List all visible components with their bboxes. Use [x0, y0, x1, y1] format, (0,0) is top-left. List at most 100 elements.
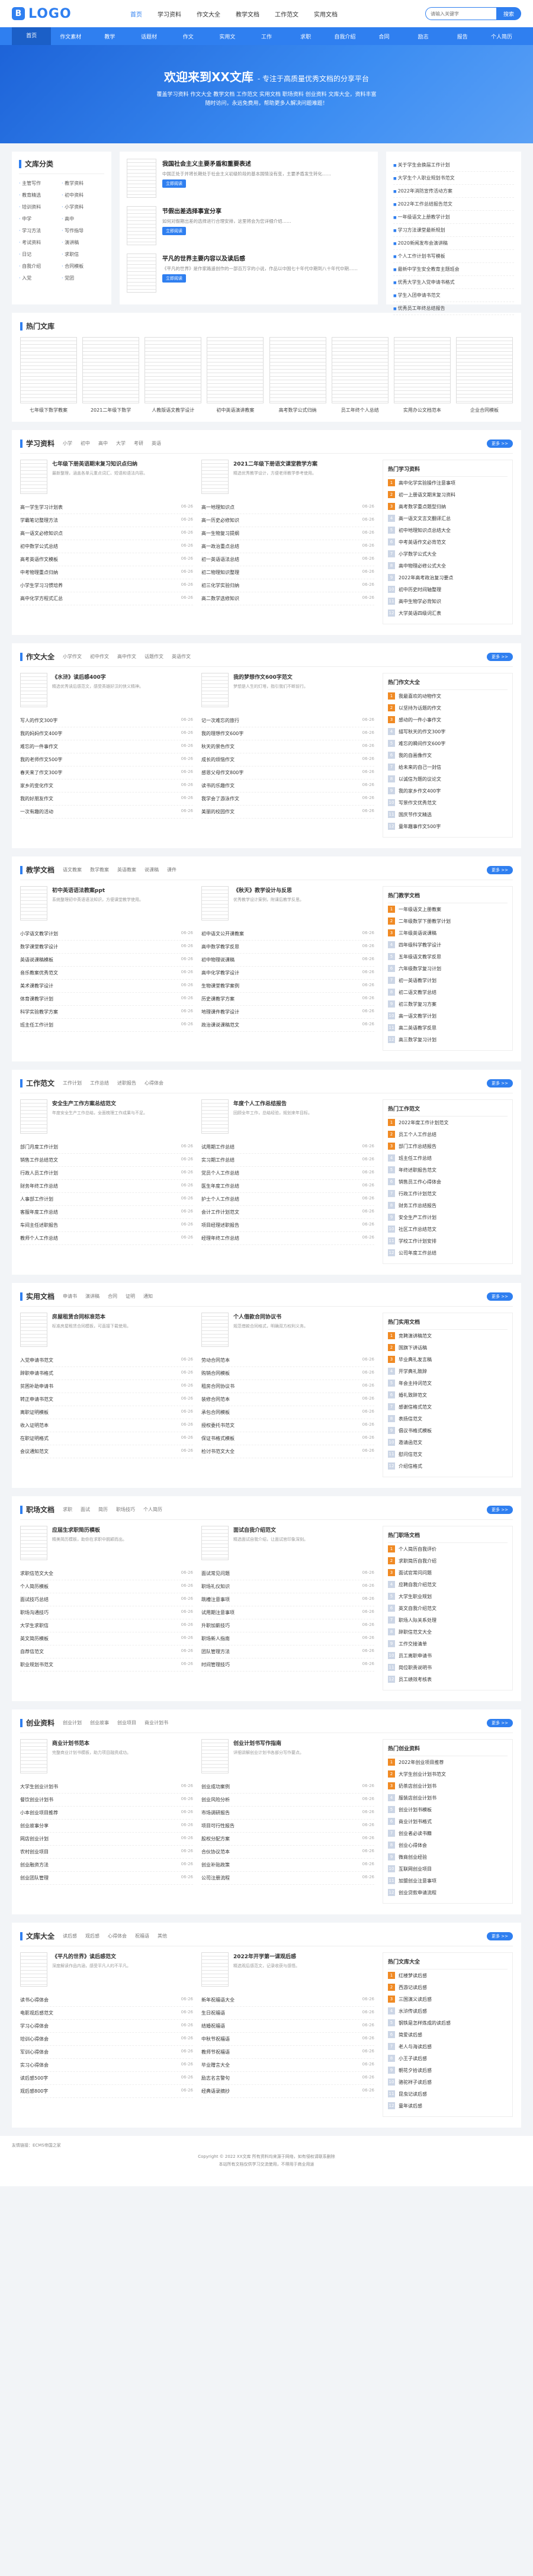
ranking-item-title[interactable]: 初二语文教学总结 [399, 989, 436, 996]
list-item-title[interactable]: 试用期工作总结 [201, 1144, 362, 1150]
top-item-title[interactable]: 应届生求职简历模板 [52, 1526, 127, 1534]
list-item[interactable]: 初二物理知识整理 06-26 [201, 566, 374, 579]
list-item-title[interactable]: 记一次难忘的旅行 [201, 717, 362, 724]
top-item-title[interactable]: 《秋天》教学设计与反思 [233, 886, 304, 894]
list-item-title[interactable]: 地理课件教学设计 [201, 1009, 362, 1015]
top-item-title[interactable]: 初中英语语法教案ppt [52, 886, 143, 894]
list-item-title[interactable]: 小本创业项目推荐 [20, 1810, 181, 1816]
read-button[interactable]: 立即阅读 [162, 274, 186, 283]
hot-card-label[interactable]: 人教版语文教学设计 [145, 407, 201, 413]
ranking-item[interactable]: 7 职场人际关系处理 [388, 1614, 508, 1626]
ranking-item-title[interactable]: 一年级语文上册教案 [399, 906, 441, 913]
ranking-item-title[interactable]: 年终述职报告范文 [399, 1167, 436, 1173]
section-tab[interactable]: 小学作文 [63, 653, 82, 660]
hot-card-label[interactable]: 实用办公文档范本 [394, 407, 451, 413]
category-link[interactable]: 主管写作 [19, 180, 62, 187]
ranking-item[interactable]: 7 老人与海读后感 [388, 2041, 508, 2052]
list-item-title[interactable]: 数学课堂教学设计 [20, 944, 181, 950]
ranking-item-title[interactable]: 初一英语教学计划 [399, 977, 436, 984]
list-item[interactable]: 会计工作计划范文 06-26 [201, 1206, 374, 1219]
ranking-item-title[interactable]: 红楼梦读后感 [399, 1972, 427, 1979]
list-item-title[interactable]: 教师个人工作总结 [20, 1235, 181, 1242]
ranking-item-title[interactable]: 个人简历自我评价 [399, 1546, 436, 1552]
list-item[interactable]: 成长的烦恼作文 06-26 [201, 753, 374, 766]
featured-item[interactable]: 节假出差选择事宜分享 如何对假期出差的选择进行合理安排，这里将会为您详细介绍…… 立… [127, 206, 371, 245]
list-item[interactable]: 初三化学实验归纳 06-26 [201, 579, 374, 592]
ranking-item[interactable]: 4 班主任工作总结 [388, 1152, 508, 1164]
ranking-item-title[interactable]: 二年级数学下册教学计划 [399, 918, 451, 925]
list-item[interactable]: 我学会了游泳作文 06-26 [201, 793, 374, 806]
list-item[interactable]: 科学实验教学方案 06-26 [20, 1006, 193, 1019]
list-item[interactable]: 经理年终工作总结 06-26 [201, 1232, 374, 1245]
list-item[interactable]: 装修合同范本 06-26 [201, 1393, 374, 1406]
ranking-item[interactable]: 2 国旗下讲话稿 [388, 1342, 508, 1353]
ranking-item-title[interactable]: 小学数学公式大全 [399, 551, 436, 557]
ranking-item[interactable]: 1 2022年度工作计划范文 [388, 1117, 508, 1128]
category-link[interactable]: 写作指导 [62, 227, 104, 234]
section-tab[interactable]: 高中 [98, 440, 108, 447]
more-button[interactable]: 更多 >> [487, 1932, 513, 1940]
ranking-item[interactable]: 5 难忘的瞬间作文600字 [388, 737, 508, 749]
hot-card[interactable]: 人教版语文教学设计 [145, 337, 202, 413]
list-item[interactable]: 班主任工作计划 06-26 [20, 1019, 193, 1032]
ranking-item-title[interactable]: 初三数学复习方案 [399, 1001, 436, 1008]
top-item-title[interactable]: 创业计划书写作指南 [233, 1739, 304, 1747]
list-item[interactable]: 财务年终工作总结 06-26 [20, 1180, 193, 1193]
section-tab[interactable]: 英语作文 [172, 653, 191, 660]
list-item-title[interactable]: 历史课教学方案 [201, 996, 362, 1002]
ranking-item[interactable]: 3 高考数学重点题型归纳 [388, 501, 508, 512]
list-item-title[interactable]: 美术课教学设计 [20, 983, 181, 989]
list-item-title[interactable]: 春天来了作文300字 [20, 769, 181, 776]
ranking-item[interactable]: 7 小学数学公式大全 [388, 548, 508, 560]
list-item-title[interactable]: 财务年终工作总结 [20, 1183, 181, 1189]
list-item-title[interactable]: 创业融资方法 [20, 1862, 181, 1868]
section-tab[interactable]: 创业项目 [117, 1720, 136, 1726]
list-item[interactable]: 会议通知范文 06-26 [20, 1445, 193, 1458]
list-item-title[interactable]: 人事部工作计划 [20, 1196, 181, 1202]
more-button[interactable]: 更多 >> [487, 439, 513, 448]
list-item[interactable]: 保证书格式模板 06-26 [201, 1432, 374, 1445]
ranking-item[interactable]: 3 面试官常问问题 [388, 1567, 508, 1579]
category-tab[interactable]: 作文素材 [51, 33, 90, 40]
ranking-item-title[interactable]: 员工个人工作总结 [399, 1131, 436, 1138]
list-item-title[interactable]: 会议通知范文 [20, 1448, 181, 1455]
ranking-item[interactable]: 11 高中生物学必背知识 [388, 595, 508, 607]
hot-card-label[interactable]: 企业合同模板 [456, 407, 513, 413]
featured-item[interactable]: 我国社会主义主要矛盾和重要表述 中国正处于并将长期处于社会主义初级阶段的基本国情没… [127, 159, 371, 198]
hot-card[interactable]: 七年级下数学教案 [20, 337, 77, 413]
top-item-title[interactable]: 《水浒》读后感400字 [52, 673, 143, 681]
list-item[interactable]: 创业补贴政策 06-26 [201, 1859, 374, 1872]
ranking-item[interactable]: 12 公司年度工作总结 [388, 1247, 508, 1259]
ranking-item-title[interactable]: 我的家乡作文400字 [399, 788, 441, 794]
list-item[interactable]: 难忘的一件事作文 06-26 [20, 740, 193, 753]
list-item[interactable]: 试用期工作总结 06-26 [201, 1141, 374, 1154]
list-item-title[interactable]: 音乐教案优秀范文 [20, 970, 181, 976]
list-item[interactable]: 入党申请书范文 06-26 [20, 1354, 193, 1367]
nav-essay[interactable]: 作文大全 [197, 9, 220, 18]
list-item[interactable]: 职场沟通技巧 06-26 [20, 1606, 193, 1619]
list-item[interactable]: 创业故事分享 06-26 [20, 1820, 193, 1833]
list-item-title[interactable]: 个人简历模板 [20, 1583, 181, 1590]
ranking-item-title[interactable]: 感谢信格式范文 [399, 1404, 432, 1410]
section-top-item[interactable]: 年度个人工作总结报告 回顾全年工作，总结经验，规划来年目标。 [201, 1099, 374, 1137]
ranking-item[interactable]: 9 安全生产工作计划 [388, 1211, 508, 1223]
list-item-title[interactable]: 在职证明格式 [20, 1435, 181, 1442]
list-item[interactable]: 劳动合同范本 06-26 [201, 1354, 374, 1367]
list-item[interactable]: 高中数学教学反思 06-26 [201, 941, 374, 954]
ranking-item-title[interactable]: 安全生产工作计划 [399, 1214, 436, 1221]
section-top-item[interactable]: 2021二年级下册语文课堂教学方案 精选优秀教学设计，方便老师教学参考使用。 [201, 460, 374, 498]
ranking-item-title[interactable]: 朝花夕拾读后感 [399, 2067, 432, 2074]
list-item[interactable]: 小学生学习习惯培养 06-26 [20, 579, 193, 592]
list-item-title[interactable]: 实习心得体会 [20, 2062, 181, 2068]
list-item-title[interactable]: 公司注册流程 [201, 1875, 362, 1881]
list-item-title[interactable]: 初中语文公开课教案 [201, 931, 362, 937]
list-item-title[interactable]: 创业风险分析 [201, 1797, 362, 1803]
featured-title[interactable]: 节假出差选择事宜分享 [162, 206, 291, 215]
list-item[interactable]: 实习心得体会 06-26 [20, 2059, 193, 2072]
list-item[interactable]: 学习心得体会 06-26 [20, 2020, 193, 2033]
ranking-item[interactable]: 5 大学生职业规划 [388, 1590, 508, 1602]
list-item-title[interactable]: 护士个人工作总结 [201, 1196, 362, 1202]
latest-item[interactable]: 一年级语文上册教学计划 [393, 211, 514, 224]
ranking-item-title[interactable]: 国庆节作文精选 [399, 811, 432, 818]
list-item[interactable]: 高一生物复习提纲 06-26 [201, 527, 374, 540]
